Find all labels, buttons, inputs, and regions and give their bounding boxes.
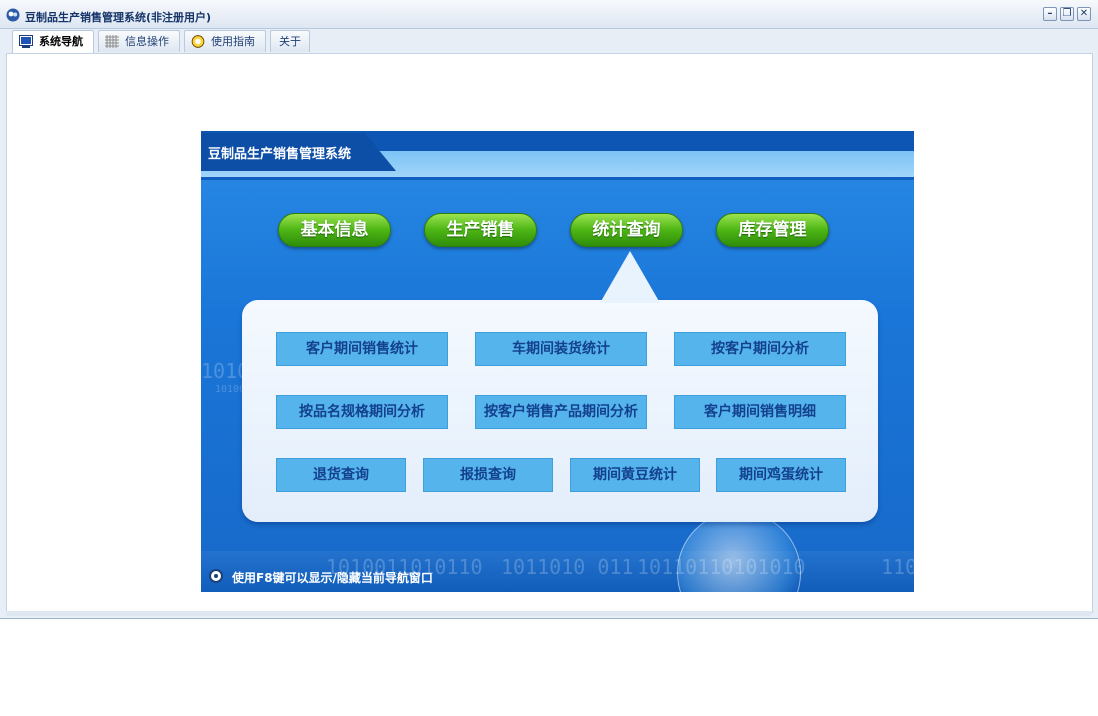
panel-header-divider (201, 177, 914, 180)
decorative-digits: 10100 (215, 384, 246, 395)
tab-label: 使用指南 (211, 35, 255, 48)
decorative-digits: 110 (881, 555, 914, 579)
status-strip (6, 611, 1091, 616)
tab-strip: 系统导航 信息操作 使用指南 关于 (6, 29, 1096, 53)
tab-label: 系统导航 (39, 35, 83, 48)
production-sales-button[interactable]: 生产销售 (424, 213, 537, 247)
tab-system-nav[interactable]: 系统导航 (12, 30, 94, 53)
f8-hint-text: 使用F8键可以显示/隐藏当前导航窗口 (232, 571, 433, 585)
tab-user-guide[interactable]: 使用指南 (184, 30, 266, 52)
customer-period-sales-stats-button[interactable]: 客户期间销售统计 (276, 332, 448, 366)
vehicle-period-loading-stats-button[interactable]: 车期间装货统计 (475, 332, 647, 366)
restore-button[interactable]: ❐ (1060, 7, 1074, 21)
returns-query-button[interactable]: 退货查询 (276, 458, 406, 492)
info-bullet-icon (209, 569, 223, 583)
title-bar: 豆制品生产销售管理系统(非注册用户) – ❐ ✕ (0, 0, 1098, 29)
inventory-management-button[interactable]: 库存管理 (716, 213, 829, 247)
tab-label: 信息操作 (125, 35, 169, 48)
submenu-pointer (600, 251, 660, 303)
customer-period-sales-detail-button[interactable]: 客户期间销售明细 (674, 395, 846, 429)
customer-product-period-analysis-button[interactable]: 按客户销售产品期间分析 (475, 395, 647, 429)
window-title: 豆制品生产销售管理系统(非注册用户) (25, 11, 212, 24)
product-spec-period-analysis-button[interactable]: 按品名规格期间分析 (276, 395, 448, 429)
basic-info-button[interactable]: 基本信息 (278, 213, 391, 247)
tab-label: 关于 (279, 35, 301, 48)
damage-query-button[interactable]: 报损查询 (423, 458, 553, 492)
tab-info-ops[interactable]: 信息操作 (98, 30, 180, 52)
panel-title: 豆制品生产销售管理系统 (208, 147, 352, 162)
close-button[interactable]: ✕ (1077, 7, 1091, 21)
monitor-icon (19, 35, 33, 48)
navigation-panel: 豆制品生产销售管理系统 1010 10100 1010011010110 101… (201, 131, 914, 592)
globe-decoration (677, 511, 801, 592)
grid-icon (105, 35, 119, 48)
decorative-digits: 1011010 011 (501, 555, 634, 579)
app-window: 豆制品生产销售管理系统(非注册用户) – ❐ ✕ 系统导航 信息操作 使用指南 … (0, 0, 1098, 619)
statistics-query-button[interactable]: 统计查询 (570, 213, 683, 247)
period-soybean-stats-button[interactable]: 期间黄豆统计 (570, 458, 700, 492)
customer-period-analysis-button[interactable]: 按客户期间分析 (674, 332, 846, 366)
minimize-button[interactable]: – (1043, 7, 1057, 21)
period-egg-stats-button[interactable]: 期间鸡蛋统计 (716, 458, 846, 492)
help-circle-icon (191, 35, 205, 48)
app-logo-icon (6, 8, 20, 22)
tab-about[interactable]: 关于 (270, 30, 310, 52)
decorative-digits: 10110110101010 (637, 555, 806, 579)
